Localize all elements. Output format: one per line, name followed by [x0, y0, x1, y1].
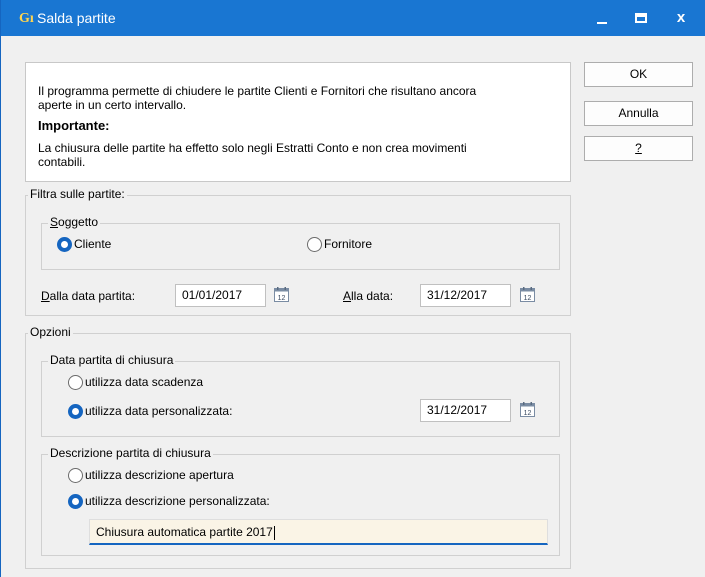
- fornitore-label[interactable]: Fornitore: [324, 237, 372, 252]
- minimize-button[interactable]: [583, 0, 623, 36]
- svg-text:12: 12: [524, 410, 532, 417]
- desc-personalizzata-label[interactable]: utilizza descrizione personalizzata:: [85, 494, 270, 509]
- annulla-button[interactable]: Annulla: [584, 101, 693, 126]
- title-bar[interactable]: Gı Salda partite x: [1, 0, 705, 36]
- data-scadenza-label[interactable]: utilizza data scadenza: [85, 375, 203, 390]
- help-label: ?: [635, 141, 642, 155]
- info-line-3: La chiusura delle partite ha effetto sol…: [38, 141, 467, 155]
- alla-data-label: Alla data:: [343, 289, 394, 303]
- app-logo-letter: G: [19, 11, 30, 26]
- filter-group-label: Filtra sulle partite:: [28, 187, 127, 201]
- calendar-icon[interactable]: 12: [520, 287, 535, 302]
- minimize-icon: [597, 22, 607, 24]
- soggetto-group-label: Soggetto: [48, 215, 101, 229]
- close-button[interactable]: x: [661, 0, 701, 36]
- cliente-label[interactable]: Cliente: [74, 237, 111, 252]
- options-group-label: Opzioni: [28, 325, 73, 339]
- dalla-data-input[interactable]: 01/01/2017: [175, 284, 266, 307]
- svg-text:12: 12: [278, 295, 286, 302]
- dalla-data-label: Dalla data partita:: [41, 289, 136, 303]
- help-button[interactable]: ?: [584, 136, 693, 161]
- cliente-radio[interactable]: [57, 237, 72, 252]
- maximize-icon: [635, 13, 647, 23]
- data-personalizzata-radio[interactable]: [68, 404, 83, 419]
- app-logo-icon: Gı: [19, 10, 37, 26]
- info-line-2: aperte in un certo intervallo.: [38, 98, 187, 112]
- data-scadenza-radio[interactable]: [68, 375, 83, 390]
- maximize-button[interactable]: [621, 0, 661, 36]
- info-panel: Il programma permette di chiudere le par…: [25, 62, 571, 182]
- text-caret: [273, 525, 275, 540]
- app-logo-mark: ı: [29, 11, 34, 26]
- ok-button[interactable]: OK: [584, 62, 693, 87]
- soggetto-group: [41, 223, 560, 270]
- data-chiusura-group-label: Data partita di chiusura: [48, 353, 176, 367]
- descrizione-chiusura-group-label: Descrizione partita di chiusura: [48, 446, 213, 460]
- dialog-window: Gı Salda partite x Il programma permette…: [0, 0, 705, 577]
- info-line-1: Il programma permette di chiudere le par…: [38, 84, 477, 98]
- close-icon: x: [676, 9, 686, 26]
- desc-personalizzata-input[interactable]: Chiusura automatica partite 2017: [89, 519, 548, 545]
- desc-apertura-label[interactable]: utilizza descrizione apertura: [85, 468, 234, 483]
- calendar-icon[interactable]: 12: [274, 287, 289, 302]
- desc-apertura-radio[interactable]: [68, 468, 83, 483]
- alla-data-input[interactable]: 31/12/2017: [420, 284, 511, 307]
- soggetto-label-rest: oggetto: [58, 215, 99, 229]
- info-line-4: contabili.: [38, 155, 86, 169]
- svg-text:12: 12: [524, 295, 532, 302]
- calendar-icon[interactable]: 12: [520, 402, 535, 417]
- window-title: Salda partite: [37, 10, 116, 26]
- fornitore-radio[interactable]: [307, 237, 322, 252]
- data-personalizzata-label[interactable]: utilizza data personalizzata:: [85, 404, 232, 419]
- desc-personalizzata-radio[interactable]: [68, 494, 83, 509]
- data-personalizzata-input[interactable]: 31/12/2017: [420, 399, 511, 422]
- desc-personalizzata-value: Chiusura automatica partite 2017: [96, 525, 273, 539]
- info-heading: Importante:: [38, 118, 110, 133]
